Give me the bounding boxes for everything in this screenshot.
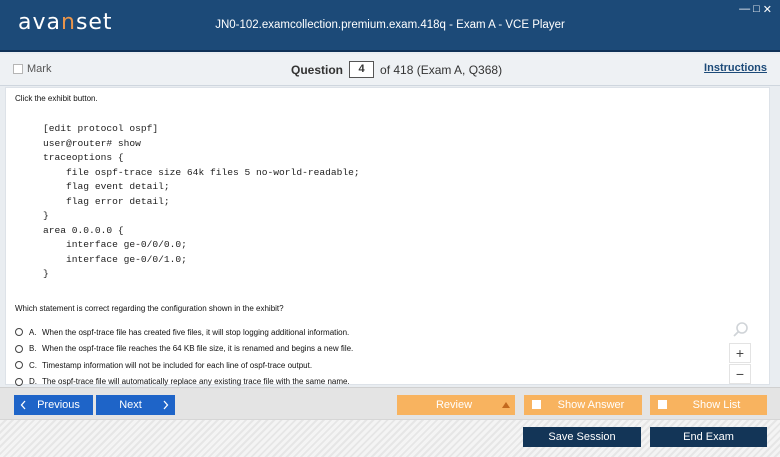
caret-up-icon (502, 402, 510, 408)
mark-label: Mark (27, 63, 52, 75)
question-number-input[interactable]: 4 (349, 61, 375, 78)
exhibit-line: traceoptions { (43, 152, 124, 163)
session-bar: Save Session End Exam (0, 419, 780, 457)
close-icon[interactable]: ✕ (763, 3, 772, 16)
radio-icon[interactable] (15, 344, 23, 353)
answer-text: When the ospf-trace file reaches the 64 … (42, 344, 354, 354)
answer-option-c[interactable]: C. Timestamp information will not be inc… (15, 357, 353, 374)
exhibit-line: } (43, 210, 49, 221)
zoom-out-button[interactable]: − (729, 364, 751, 384)
exhibit-line: flag event detail; (43, 181, 170, 192)
show-answer-button[interactable]: Show Answer (524, 395, 642, 415)
chevron-right-icon (163, 400, 169, 410)
question-navigator: Question 4 of 418 (Exam A, Q368) (291, 61, 502, 78)
exhibit-line: interface ge-0/0/1.0; (43, 253, 187, 265)
question-total: of 418 (Exam A, Q368) (380, 62, 503, 77)
exhibit-line: interface ge-0/0/0.0; (43, 239, 187, 250)
checkbox-icon[interactable] (13, 64, 23, 74)
radio-icon[interactable] (15, 377, 23, 386)
exhibit-line: [edit protocol ospf] (43, 123, 159, 134)
answer-letter: C. (29, 360, 37, 370)
review-button[interactable]: Review (397, 395, 515, 415)
answer-option-a[interactable]: A. When the ospf-trace file has created … (15, 324, 353, 341)
save-session-button[interactable]: Save Session (523, 427, 641, 447)
answer-letter: D. (29, 377, 37, 387)
instructions-link[interactable]: Instructions (704, 62, 767, 74)
answer-letter: B. (29, 344, 37, 354)
question-content: Click the exhibit button. [edit protocol… (5, 87, 770, 386)
maximize-icon[interactable]: □ (753, 3, 760, 16)
answer-text: When the ospf-trace file has created fiv… (42, 327, 350, 337)
answer-option-b[interactable]: B. When the ospf-trace file reaches the … (15, 341, 353, 358)
magnifier-icon (733, 322, 748, 337)
window-controls: — □ ✕ (739, 3, 772, 16)
review-label: Review (435, 399, 473, 411)
checkbox-icon[interactable] (532, 400, 541, 409)
question-label: Question (291, 62, 344, 77)
checkbox-icon[interactable] (658, 400, 667, 409)
exhibit-line: area 0.0.0.0 { (43, 224, 124, 236)
question-text: Which statement is correct regarding the… (15, 304, 284, 313)
chevron-left-icon (20, 400, 26, 410)
zoom-in-button[interactable]: + (729, 343, 751, 363)
title-bar: avanset JN0-102.examcollection.premium.e… (0, 0, 780, 52)
window-title: JN0-102.examcollection.premium.exam.418q… (215, 19, 565, 31)
question-bar: Mark Question 4 of 418 (Exam A, Q368) In… (0, 54, 780, 86)
next-label: Next (119, 399, 142, 411)
end-exam-button[interactable]: End Exam (650, 427, 767, 447)
navigation-bar: Previous Next Review Show Answer Show Li… (0, 387, 780, 419)
radio-icon[interactable] (15, 361, 23, 370)
previous-label: Previous (37, 399, 80, 411)
radio-icon[interactable] (15, 328, 23, 337)
show-answer-label: Show Answer (557, 399, 625, 411)
exhibit-line: file ospf-trace size 64k files 5 no-worl… (43, 166, 360, 178)
exhibit-line: flag error detail; (43, 195, 170, 207)
minimize-icon[interactable]: — (739, 3, 750, 16)
mark-checkbox[interactable]: Mark (13, 63, 51, 75)
show-list-label: Show List (692, 399, 741, 411)
question-prompt: Click the exhibit button. (15, 94, 98, 103)
exhibit-code: [edit protocol ospf] user@router# show t… (43, 122, 360, 282)
answer-list: A. When the ospf-trace file has created … (15, 324, 353, 390)
next-button[interactable]: Next (96, 395, 175, 415)
answer-text: The ospf-trace file will automatically r… (42, 377, 350, 387)
exhibit-line: user@router# show (43, 137, 141, 149)
previous-button[interactable]: Previous (14, 395, 93, 415)
answer-letter: A. (29, 327, 37, 337)
exhibit-line: } (43, 268, 49, 279)
show-list-button[interactable]: Show List (650, 395, 767, 415)
answer-text: Timestamp information will not be includ… (42, 360, 313, 370)
